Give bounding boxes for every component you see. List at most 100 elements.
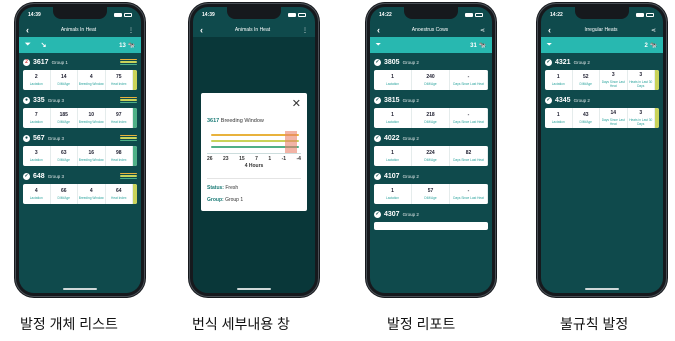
- nav-bar: ‹ Animals In Heat ⋮: [19, 23, 141, 37]
- screen: 14:22 ‹ Anoestrus Cows ⋖ ⏷ 31 🐄 ✓ 3805 Gro…: [370, 7, 492, 293]
- sort-icon[interactable]: ↘: [41, 41, 47, 49]
- back-chevron-icon[interactable]: ‹: [200, 25, 203, 35]
- cow-icon: 🐄: [127, 42, 135, 49]
- cow-group: Group 2: [402, 97, 419, 103]
- list-item[interactable]: ✓ 648 Group 3 4 Lactation 66 DIM/Age 4 Breedi…: [23, 170, 137, 204]
- phone-breeding-window: 14:39 ‹ Animals In Heat ⋮ ✕ 3617 Breedin…: [188, 2, 320, 298]
- heat-window-mini-bar: [120, 134, 137, 142]
- check-icon: ✓: [374, 96, 381, 104]
- share-icon[interactable]: ⋖: [480, 27, 485, 34]
- list-item[interactable]: ✓ 4321 Group 2 1 Lactation 52 DIM/Age 3 Days …: [545, 56, 659, 90]
- card-value: 64: [115, 188, 122, 194]
- list-item[interactable]: ● 567 Group 3 3 Lactation 63 DIM/Age 16 Breed…: [23, 132, 137, 166]
- more-vert-icon[interactable]: ⋮: [128, 27, 134, 34]
- current-window-marker: [285, 131, 297, 153]
- back-chevron-icon[interactable]: ‹: [548, 25, 551, 35]
- card-label: Lactation: [29, 120, 43, 124]
- status-stripe: [133, 70, 137, 90]
- group-row: Group: Group 1: [207, 197, 301, 203]
- card-value: 240: [426, 74, 435, 80]
- back-chevron-icon[interactable]: ‹: [377, 25, 380, 35]
- cow-card: 1 Lactation 57 DIM/Age - Days Since Last He…: [374, 184, 488, 204]
- card-value: 82: [465, 150, 472, 156]
- card-label: Breeding Window: [78, 120, 104, 124]
- list-item[interactable]: ● 335 Group 3 7 Lactation 185 DIM/Age 10 Bree…: [23, 94, 137, 128]
- close-icon[interactable]: ✕: [292, 97, 301, 110]
- card-value: 185: [59, 112, 68, 118]
- figure: 14:39 ‹ Animals In Heat ⋮ ⏷ ↘ 13 🐄 2 3617 G…: [0, 0, 675, 341]
- cow-group: Group 3: [47, 135, 64, 141]
- cow-id: 4307: [384, 210, 400, 218]
- card-value: 224: [426, 150, 435, 156]
- card-label: Lactation: [29, 196, 43, 200]
- card-label: DIM/Age: [424, 120, 437, 124]
- caption-heat-list: 발정 개체 리스트: [20, 316, 118, 332]
- filter-icon[interactable]: ⏷: [376, 42, 381, 49]
- card-label: Days Since Last Heat: [601, 118, 625, 126]
- card-value: 4: [89, 188, 93, 194]
- screen-title: Anoestrus Cows: [411, 27, 449, 33]
- card-label: DIM/Age: [579, 120, 592, 124]
- tick-label: 26: [207, 156, 213, 162]
- card-label: Heat Index: [111, 158, 127, 162]
- cow-id: 567: [33, 134, 45, 142]
- status-badge: ●: [23, 134, 30, 142]
- cow-card: 1 Lactation 240 DIM/Age - Days Since Last H…: [374, 70, 488, 90]
- card-value: 43: [582, 112, 589, 118]
- phone-anoestrus-cows: 14:22 ‹ Anoestrus Cows ⋖ ⏷ 31 🐄 ✓ 3805 Gro…: [365, 2, 497, 298]
- status-time: 14:39: [28, 12, 41, 18]
- card-label: Heat Index: [111, 120, 127, 124]
- screen-title: Irregular Heats: [584, 27, 618, 33]
- modal-title-text: Breeding Window: [220, 118, 264, 124]
- status-value: Fresh: [225, 185, 239, 191]
- card-value: 1: [391, 112, 394, 118]
- tick-labels: 26 23 15 7 1 -1 -4: [207, 156, 301, 162]
- card-label: Lactation: [29, 82, 43, 86]
- card-label: Days Since Last Heat: [453, 158, 484, 162]
- more-vert-icon[interactable]: ⋮: [302, 27, 308, 34]
- back-chevron-icon[interactable]: ‹: [26, 25, 29, 35]
- cow-group: Group 1: [51, 59, 68, 65]
- cow-card: 4 Lactation 66 DIM/Age 4 Breeding Window 64…: [23, 184, 137, 204]
- signal-icon: [288, 13, 296, 17]
- filter-icon[interactable]: ⏷: [547, 42, 552, 49]
- filter-icon[interactable]: ⏷: [25, 41, 31, 49]
- card-label: Lactation: [551, 82, 565, 86]
- card-label: DIM/Age: [57, 158, 70, 162]
- modal-cow-id: 3617: [207, 118, 220, 124]
- list-item[interactable]: ✓ 4345 Group 2 1 Lactation 43 DIM/Age 14 Days…: [545, 94, 659, 128]
- card-label: DIM/Age: [57, 196, 70, 200]
- cow-id: 4107: [384, 172, 400, 180]
- card-label: Lactation: [386, 120, 399, 124]
- list-item[interactable]: ✓ 4022 Group 2 1 Lactation 224 DIM/Age 82 Day…: [374, 132, 488, 166]
- tick-label: 23: [223, 156, 229, 162]
- status-label: Status:: [207, 185, 224, 191]
- cow-count: 31: [470, 42, 477, 49]
- card-value: 14: [60, 74, 67, 80]
- card-value: 1: [391, 150, 394, 156]
- phone-irregular-heats: 14:22 ‹ Irregular Heats ⋖ ⏷ 2 🐄 ✓ 4321 Gro…: [536, 2, 668, 298]
- list-item[interactable]: ✓ 3805 Group 2 1 Lactation 240 DIM/Age - Days…: [374, 56, 488, 90]
- card-label: Breeding Window: [78, 196, 104, 200]
- list-item[interactable]: ✓ 4307 Group 2: [374, 208, 488, 230]
- card-label: Lactation: [386, 158, 399, 162]
- list-item[interactable]: ✓ 3815 Group 2 1 Lactation 218 DIM/Age - Days…: [374, 94, 488, 128]
- card-label: Heat Index: [111, 196, 127, 200]
- check-icon: ✓: [23, 172, 30, 180]
- cow-group: Group 2: [402, 135, 419, 141]
- list-item[interactable]: ✓ 4107 Group 2 1 Lactation 57 DIM/Age - Days …: [374, 170, 488, 204]
- cow-group: Group 2: [402, 211, 419, 217]
- status-stripe: [133, 184, 137, 204]
- cow-group: Group 2: [573, 59, 590, 65]
- card-value: 75: [115, 74, 122, 80]
- card-value: 10: [88, 112, 95, 118]
- phone-animals-in-heat: 14:39 ‹ Animals In Heat ⋮ ⏷ ↘ 13 🐄 2 3617 G…: [14, 2, 146, 298]
- share-icon[interactable]: ⋖: [651, 27, 656, 34]
- status-time: 14:22: [379, 12, 392, 18]
- card-label: Heats in Last 30 Days: [629, 118, 653, 126]
- list-item[interactable]: 2 3617 Group 1 2 Lactation 14 DIM/Age 4 Breed…: [23, 56, 137, 90]
- nav-bar: ‹ Animals In Heat ⋮: [193, 23, 315, 37]
- tick-label: 7: [255, 156, 258, 162]
- status-time: 14:39: [202, 12, 215, 18]
- battery-icon: [298, 13, 306, 17]
